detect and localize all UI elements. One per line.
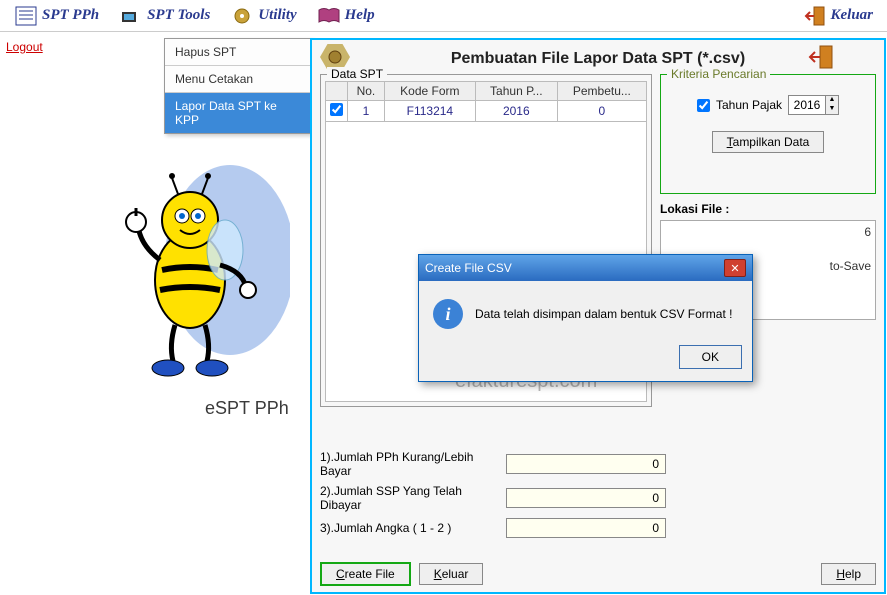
dropdown-item-hapus[interactable]: Hapus SPT <box>165 39 311 66</box>
tools-icon <box>119 5 143 27</box>
panel-footer: Create File Keluar Help <box>320 562 876 586</box>
dialog-titlebar[interactable]: Create File CSV ✕ <box>419 255 752 281</box>
row1-value: 0 <box>506 454 666 474</box>
row3-label: 3).Jumlah Angka ( 1 - 2 ) <box>320 521 500 535</box>
keluar-button[interactable]: Keluar <box>419 563 484 585</box>
dropdown-item-lapor[interactable]: Lapor Data SPT ke KPP <box>165 93 311 133</box>
row-checkbox[interactable] <box>330 103 343 116</box>
tahun-pajak-label: Tahun Pajak <box>716 98 782 112</box>
app-title: eSPT PPh <box>205 398 289 419</box>
menubar: SPT PPh SPT Tools Utility Help Keluar <box>0 0 887 32</box>
row1-label: 1).Jumlah PPh Kurang/Lebih Bayar <box>320 450 500 478</box>
cell-tahun: 2016 <box>475 101 557 122</box>
menu-utility[interactable]: Utility <box>220 3 306 29</box>
lokasi-file-label: Lokasi File : <box>660 202 876 216</box>
tampilkan-data-button[interactable]: TTampilkan Dataampilkan Data <box>712 131 825 153</box>
spin-up-icon[interactable]: ▲ <box>826 96 838 105</box>
logout-link[interactable]: Logout <box>6 40 43 54</box>
document-icon <box>14 5 38 27</box>
menu-spt-pph[interactable]: SPT PPh <box>4 3 109 29</box>
gear-icon <box>230 5 254 27</box>
col-kode[interactable]: Kode Form <box>384 82 475 101</box>
cell-kode: F113214 <box>384 101 475 122</box>
summary-rows: 1).Jumlah PPh Kurang/Lebih Bayar 0 2).Ju… <box>320 444 876 544</box>
data-spt-legend: Data SPT <box>327 67 387 81</box>
row2-label: 2).Jumlah SSP Yang Telah Dibayar <box>320 484 500 512</box>
ok-button[interactable]: OK <box>679 345 742 369</box>
create-file-button[interactable]: Create File <box>320 562 411 586</box>
menu-label: Keluar <box>830 7 873 24</box>
menu-label: Help <box>345 7 375 24</box>
data-table: No. Kode Form Tahun P... Pembetu... 1 F1… <box>325 81 647 122</box>
book-icon <box>317 5 341 27</box>
info-icon: i <box>433 299 463 329</box>
row2-value: 0 <box>506 488 666 508</box>
dropdown-item-cetakan[interactable]: Menu Cetakan <box>165 66 311 93</box>
kriteria-fieldset: Kriteria Pencarian Tahun Pajak ▲▼ TTampi… <box>660 74 876 194</box>
col-no[interactable]: No. <box>348 82 385 101</box>
tahun-pajak-input[interactable] <box>789 96 825 114</box>
mascot-image <box>100 130 290 390</box>
menu-spt-tools[interactable]: SPT Tools <box>109 3 220 29</box>
cell-no: 1 <box>348 101 385 122</box>
spin-down-icon[interactable]: ▼ <box>826 105 838 114</box>
kriteria-legend: Kriteria Pencarian <box>667 67 770 81</box>
dialog-message: Data telah disimpan dalam bentuk CSV For… <box>475 307 732 321</box>
menu-label: SPT PPh <box>42 7 99 24</box>
table-row[interactable]: 1 F113214 2016 0 <box>326 101 647 122</box>
spt-tools-dropdown: Hapus SPT Menu Cetakan Lapor Data SPT ke… <box>164 38 312 134</box>
dialog-title: Create File CSV <box>425 261 724 275</box>
col-pembetulan[interactable]: Pembetu... <box>557 82 646 101</box>
tahun-pajak-checkbox[interactable] <box>697 99 710 112</box>
menu-label: SPT Tools <box>147 7 210 24</box>
cell-pembetulan: 0 <box>557 101 646 122</box>
panel-title: Pembuatan File Lapor Data SPT (*.csv) <box>312 40 884 74</box>
menu-help[interactable]: Help <box>307 3 385 29</box>
col-tahun[interactable]: Tahun P... <box>475 82 557 101</box>
exit-icon <box>802 5 826 27</box>
lokasi-line: 6 <box>665 225 871 239</box>
close-icon[interactable]: ✕ <box>724 259 746 277</box>
menu-label: Utility <box>258 7 296 24</box>
help-button[interactable]: Help <box>821 563 876 585</box>
panel-exit-icon[interactable] <box>806 44 834 73</box>
menu-keluar[interactable]: Keluar <box>792 3 883 29</box>
row3-value: 0 <box>506 518 666 538</box>
tahun-pajak-spinner[interactable]: ▲▼ <box>788 95 839 115</box>
create-csv-dialog: Create File CSV ✕ i Data telah disimpan … <box>418 254 753 382</box>
